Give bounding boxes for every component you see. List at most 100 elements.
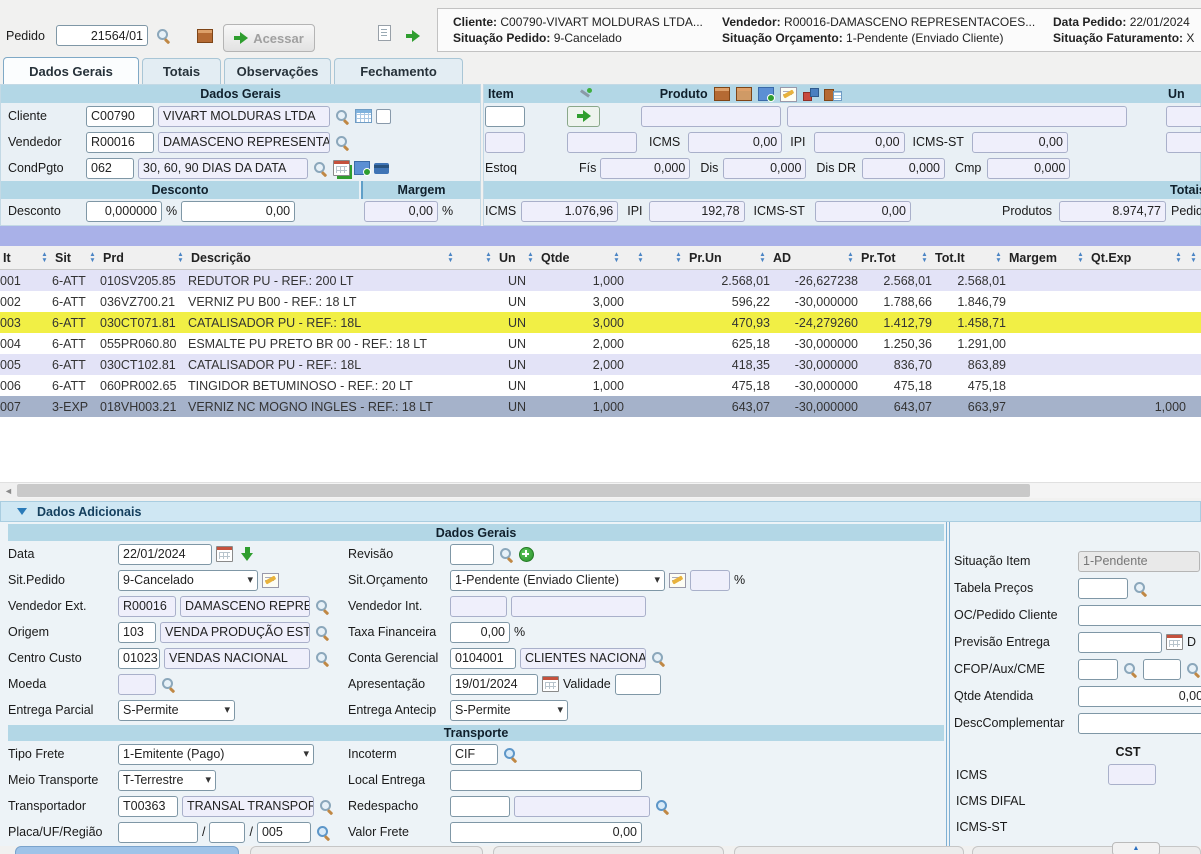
validade-input[interactable] [615, 674, 661, 695]
credit-card-icon[interactable] [374, 163, 389, 174]
taxa-financeira-input[interactable]: 0,00 [450, 622, 510, 643]
installments-icon[interactable] [354, 161, 370, 175]
search-icon[interactable] [335, 135, 350, 150]
product-edit-icon[interactable] [780, 87, 797, 102]
apresentacao-input[interactable]: 19/01/2024 [450, 674, 538, 695]
calendar-icon[interactable] [1166, 634, 1183, 650]
tab-totais[interactable]: Totais [142, 58, 221, 84]
condpgto-code-input[interactable]: 062 [86, 158, 134, 179]
search-icon[interactable] [315, 651, 330, 666]
cfop-input[interactable] [1078, 659, 1118, 680]
col-desc[interactable]: Descrição [188, 246, 458, 270]
col-e1[interactable] [624, 246, 648, 270]
col-sit[interactable]: Sit [52, 246, 100, 270]
col-prd[interactable]: Prd [100, 246, 188, 270]
bottom-tab[interactable] [972, 846, 1201, 854]
cliente-code-input[interactable]: C00790 [86, 106, 154, 127]
transportador-code-input[interactable]: T00363 [118, 796, 178, 817]
valor-frete-input[interactable]: 0,00 [450, 822, 642, 843]
col-ad[interactable]: AD [770, 246, 858, 270]
bottom-tab[interactable] [734, 846, 964, 854]
col-prun[interactable]: Pr.Un [686, 246, 770, 270]
table-row[interactable]: 0066-ATT060PR002.65TINGIDOR BETUMINOSO -… [0, 375, 1201, 396]
item-go-button[interactable] [567, 106, 600, 127]
desconto-pct-input[interactable]: 0,000000 [86, 201, 162, 222]
tab-fechamento[interactable]: Fechamento [334, 58, 463, 84]
calendar-icon[interactable] [216, 546, 233, 562]
conta-gerencial-code-input[interactable]: 0104001 [450, 648, 516, 669]
calendar-icon[interactable] [542, 676, 559, 692]
vendedor-code-input[interactable]: R00016 [86, 132, 154, 153]
search-icon[interactable] [655, 799, 670, 814]
table-row[interactable]: 0056-ATT030CT102.81CATALISADOR PU - REF.… [0, 354, 1201, 375]
moeda-input[interactable] [118, 674, 156, 695]
search-icon[interactable] [1186, 662, 1201, 677]
search-icon[interactable] [313, 161, 328, 176]
product-grid-icon[interactable] [824, 88, 841, 101]
search-icon[interactable] [315, 599, 330, 614]
uf-input[interactable] [209, 822, 245, 843]
product-add-icon[interactable] [758, 87, 774, 101]
package-icon[interactable] [197, 29, 213, 43]
col-sp1[interactable] [458, 246, 496, 270]
un-field[interactable] [1166, 106, 1201, 127]
table-row[interactable]: 0026-ATT036VZ700.21VERNIZ PU B00 - REF.:… [0, 291, 1201, 312]
col-e2[interactable] [648, 246, 686, 270]
scroll-up-button[interactable]: ▲ [1112, 842, 1160, 854]
item-number-input[interactable] [485, 106, 525, 127]
document-export-icon[interactable] [378, 25, 391, 41]
col-margem[interactable]: Margem [1006, 246, 1088, 270]
local-entrega-input[interactable] [450, 770, 642, 791]
revisao-input[interactable] [450, 544, 494, 565]
sit-pedido-select[interactable]: 9-Cancelado [118, 570, 258, 591]
col-un[interactable]: Un [496, 246, 538, 270]
search-icon[interactable] [316, 825, 331, 840]
entrega-antecip-select[interactable]: S-Permite [450, 700, 568, 721]
centro-custo-code-input[interactable]: 01023 [118, 648, 160, 669]
desconto-valor-input[interactable]: 0,00 [181, 201, 295, 222]
dados-adicionais-header[interactable]: Dados Adicionais [0, 501, 1201, 522]
bottom-tab[interactable] [250, 846, 483, 854]
vendedor-int-code-field[interactable] [450, 596, 507, 617]
table-row[interactable]: 0016-ATT010SV205.85REDUTOR PU - REF.: 20… [0, 270, 1201, 292]
product-variants-icon[interactable] [803, 88, 818, 101]
item-tool-icon[interactable] [578, 88, 592, 101]
search-icon[interactable] [499, 547, 514, 562]
tipo-frete-select[interactable]: 1-Emitente (Pago) [118, 744, 314, 765]
produto-code-field[interactable] [641, 106, 781, 127]
table-row-selected[interactable]: 0073-EXP018VH003.21VERNIZ NC MOGNO INGLE… [0, 396, 1201, 417]
scroll-left-button[interactable]: ◄ [0, 483, 17, 498]
product-box-icon[interactable] [714, 87, 730, 101]
calendar-plus-icon[interactable] [333, 160, 350, 176]
data-input[interactable]: 22/01/2024 [118, 544, 212, 565]
green-down-arrow-icon[interactable] [241, 547, 254, 561]
cst-icms-input[interactable] [1108, 764, 1156, 785]
search-icon[interactable] [161, 677, 176, 692]
cliente-checkbox[interactable] [376, 109, 391, 124]
search-icon[interactable] [156, 28, 171, 43]
table-row[interactable]: 0046-ATT055PR060.80ESMALTE PU PRETO BR 0… [0, 333, 1201, 354]
col-it[interactable]: It [0, 246, 52, 270]
search-icon[interactable] [1133, 581, 1148, 596]
acessar-button[interactable]: Acessar [223, 24, 315, 52]
edit-note-icon[interactable] [262, 573, 279, 588]
add-icon[interactable] [519, 547, 534, 562]
redespacho-code-input[interactable] [450, 796, 510, 817]
col-qtexp[interactable]: Qt.Exp [1088, 246, 1186, 270]
col-last[interactable] [1186, 246, 1201, 270]
col-qtde[interactable]: Qtde [538, 246, 624, 270]
tab-dados-gerais[interactable]: Dados Gerais [3, 57, 139, 84]
document-arrow-icon[interactable] [406, 30, 420, 42]
placa-input[interactable] [118, 822, 198, 843]
col-totit[interactable]: Tot.It [932, 246, 1006, 270]
produto-desc-field[interactable] [787, 106, 1127, 127]
pedido-input[interactable]: 21564/01 [56, 25, 148, 46]
tabela-precos-input[interactable] [1078, 578, 1128, 599]
search-icon[interactable] [651, 651, 666, 666]
bottom-tab[interactable] [493, 846, 724, 854]
origem-code-input[interactable]: 103 [118, 622, 156, 643]
product-box2-icon[interactable] [736, 87, 752, 101]
vendedor-ext-code-input[interactable]: R00016 [118, 596, 176, 617]
search-icon[interactable] [1123, 662, 1138, 677]
scrollbar-thumb[interactable] [17, 484, 1030, 497]
